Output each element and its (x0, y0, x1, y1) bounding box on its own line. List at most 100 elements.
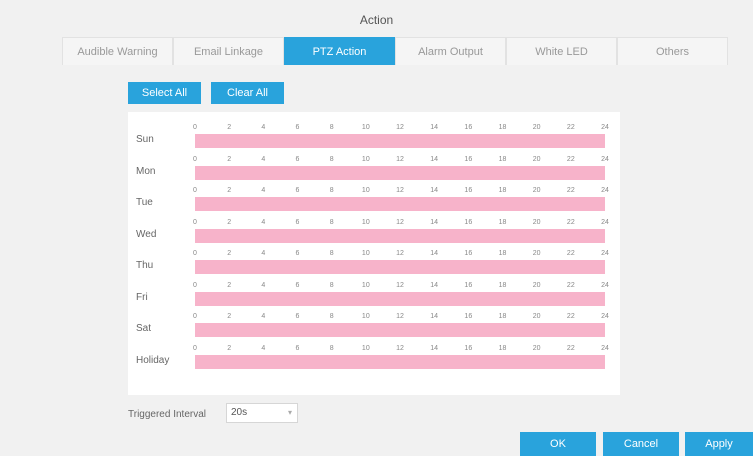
tab-email-linkage[interactable]: Email Linkage (173, 37, 284, 65)
hour-tick-label: 8 (329, 155, 334, 163)
hour-ticks: 0 2 4 6 8 10 12 14 16 18 20 22 24 (193, 313, 609, 323)
hour-tick-label: 24 (601, 187, 609, 194)
hour-tick-label: 22 (566, 313, 575, 320)
tab-others[interactable]: Others (617, 37, 728, 65)
apply-button[interactable]: Apply (685, 432, 753, 456)
hour-tick-label: 10 (361, 187, 370, 194)
hour-tick-label: 10 (361, 124, 370, 131)
hour-tick-label: 16 (464, 250, 473, 257)
hour-tick-label: 20 (532, 281, 541, 289)
hour-tick-label: 18 (498, 124, 507, 131)
hour-tick-label: 22 (566, 124, 575, 131)
hour-tick-label: 12 (396, 281, 404, 289)
schedule-bar[interactable] (195, 228, 605, 243)
cancel-button[interactable]: Cancel (603, 432, 679, 456)
hour-tick-label: 10 (361, 344, 370, 352)
hour-tick-label: 16 (464, 187, 473, 194)
hour-tick-label: 6 (295, 250, 300, 257)
schedule-row: 0 2 4 6 8 10 12 14 16 18 20 22 24 Wed (128, 216, 620, 244)
hour-tick-label: 18 (498, 313, 507, 320)
hour-tick-label: 16 (464, 218, 473, 226)
hour-tick-label: 8 (329, 313, 334, 320)
hour-tick-label: 8 (329, 344, 334, 352)
hour-tick-label: 10 (361, 281, 370, 289)
hour-tick-label: 8 (329, 218, 334, 226)
tab-audible-warning[interactable]: Audible Warning (62, 37, 173, 65)
hour-tick-label: 24 (601, 313, 609, 320)
hour-tick-label: 0 (193, 250, 197, 257)
hour-tick-label: 4 (261, 187, 266, 194)
schedule-bar[interactable] (195, 291, 605, 306)
schedule-row: 0 2 4 6 8 10 12 14 16 18 20 22 24 Tue (128, 184, 620, 212)
hour-tick-label: 0 (193, 187, 197, 194)
day-label: Wed (136, 228, 157, 240)
hour-tick-label: 16 (464, 344, 473, 352)
clear-all-button[interactable]: Clear All (211, 82, 284, 104)
hour-tick-label: 24 (601, 250, 609, 257)
hour-tick-label: 22 (566, 218, 575, 226)
chevron-down-icon: ▾ (287, 408, 292, 417)
hour-tick-label: 2 (227, 344, 232, 352)
hour-tick-label: 0 (193, 155, 197, 163)
schedule-bar[interactable] (195, 134, 605, 148)
hour-tick-label: 2 (227, 187, 232, 194)
hour-tick-label: 0 (193, 313, 197, 320)
hour-tick-label: 20 (532, 313, 541, 320)
hour-tick-label: 8 (329, 281, 334, 289)
hour-tick-label: 24 (601, 344, 609, 352)
hour-tick-label: 24 (601, 155, 609, 163)
hour-ticks: 0 2 4 6 8 10 12 14 16 18 20 22 24 (193, 250, 609, 260)
hour-tick-label: 14 (430, 155, 439, 163)
hour-tick-label: 4 (261, 218, 266, 226)
schedule-bar[interactable] (195, 197, 605, 211)
hour-tick-label: 4 (261, 313, 266, 320)
hour-tick-label: 6 (295, 124, 300, 131)
tab-white-led[interactable]: White LED (506, 37, 617, 65)
hour-tick-label: 8 (329, 124, 334, 131)
hour-ticks: 0 2 4 6 8 10 12 14 16 18 20 22 24 (193, 155, 609, 166)
schedule-bar[interactable] (195, 165, 605, 180)
hour-tick-label: 0 (193, 281, 197, 289)
day-label: Mon (136, 165, 156, 177)
hour-tick-label: 18 (498, 281, 507, 289)
tab-ptz-action[interactable]: PTZ Action (284, 37, 395, 65)
hour-tick-label: 20 (532, 155, 541, 163)
hour-tick-label: 18 (498, 155, 507, 163)
triggered-interval-label: Triggered Interval (128, 409, 206, 420)
triggered-interval-value: 20s (231, 407, 248, 418)
hour-tick-label: 2 (227, 313, 232, 320)
hour-tick-label: 14 (430, 250, 439, 257)
day-label: Sat (136, 323, 152, 334)
hour-tick-label: 18 (498, 250, 507, 257)
hour-tick-label: 6 (295, 155, 300, 163)
select-all-button[interactable]: Select All (128, 82, 201, 104)
hour-tick-label: 6 (295, 281, 300, 289)
schedule-bar[interactable] (195, 323, 605, 337)
hour-tick-label: 20 (532, 124, 541, 131)
schedule-bar[interactable] (195, 260, 605, 274)
hour-tick-label: 12 (396, 187, 404, 194)
tab-alarm-output[interactable]: Alarm Output (395, 37, 506, 65)
hour-tick-label: 10 (361, 250, 370, 257)
action-tabs: Audible Warning Email Linkage PTZ Action… (62, 37, 728, 65)
schedule-grid: 0 2 4 6 8 10 12 14 16 18 20 22 24 Sun 0 2 4 6 8 10 12 14 16 18 2… (128, 112, 620, 395)
hour-tick-label: 18 (498, 187, 507, 194)
hour-tick-label: 6 (295, 187, 300, 194)
page-title: Action (359, 13, 394, 27)
hour-tick-label: 12 (396, 313, 404, 320)
hour-tick-label: 2 (227, 250, 232, 257)
ok-button[interactable]: OK (520, 432, 596, 456)
day-label: Fri (136, 291, 148, 303)
schedule-bar[interactable] (195, 354, 605, 369)
hour-tick-label: 4 (261, 155, 266, 163)
hour-tick-label: 22 (566, 250, 575, 257)
hour-tick-label: 14 (430, 281, 439, 289)
hour-tick-label: 12 (396, 155, 404, 163)
hour-tick-label: 22 (566, 187, 575, 194)
hour-tick-label: 6 (295, 313, 300, 320)
day-label: Sun (136, 134, 154, 145)
schedule-row: 0 2 4 6 8 10 12 14 16 18 20 22 24 Holiday (128, 342, 620, 370)
hour-tick-label: 22 (566, 281, 575, 289)
hour-tick-label: 16 (464, 313, 473, 320)
triggered-interval-select[interactable]: 20s ▾ (226, 403, 298, 423)
